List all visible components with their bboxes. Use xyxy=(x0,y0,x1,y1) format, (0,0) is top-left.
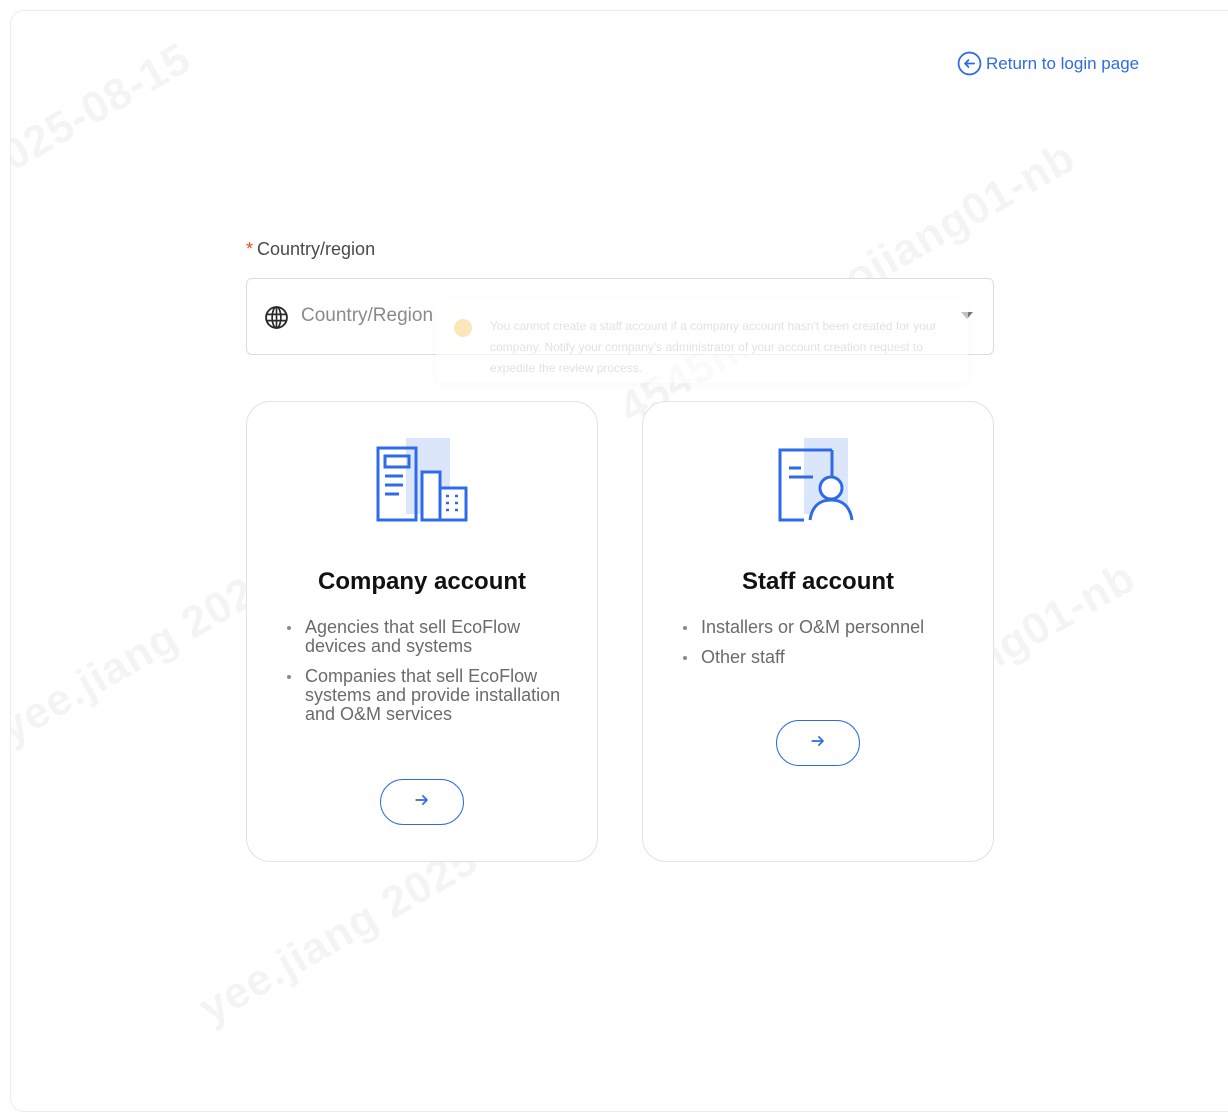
staff-card-list: Installers or O&M personnel Other staff xyxy=(681,618,973,678)
country-label-text: Country/region xyxy=(257,239,376,259)
arrow-right-icon xyxy=(808,731,828,756)
company-card-title: Company account xyxy=(317,568,527,595)
company-account-card[interactable]: Company account Agencies that sell EcoFl… xyxy=(246,401,598,862)
list-item: Companies that sell EcoFlow systems and … xyxy=(287,667,577,724)
register-page: 4545mingzaojiang01-nb yee.jiang 2025-08-… xyxy=(10,10,1228,1112)
required-mark: * xyxy=(246,239,254,259)
company-card-list: Agencies that sell EcoFlow devices and s… xyxy=(285,618,577,735)
caret-down-icon xyxy=(961,312,973,319)
staff-card-title: Staff account xyxy=(741,568,894,595)
globe-icon xyxy=(264,305,289,335)
return-to-login-link[interactable]: Return to login page xyxy=(957,51,1139,76)
staff-account-card[interactable]: Staff account Installers or O&M personne… xyxy=(642,401,994,862)
watermark-text: 2025-08-15 xyxy=(11,33,200,194)
list-item: Other staff xyxy=(683,648,973,667)
company-next-button[interactable] xyxy=(380,779,464,825)
arrow-right-icon xyxy=(412,790,432,815)
country-select[interactable]: Country/Region xyxy=(246,278,994,355)
list-item: Agencies that sell EcoFlow devices and s… xyxy=(287,618,577,656)
staff-next-button[interactable] xyxy=(776,720,860,766)
company-building-icon xyxy=(372,438,472,533)
list-item: Installers or O&M personnel xyxy=(683,618,973,637)
country-field-label: * Country/region xyxy=(246,239,375,260)
watermark-layer: 4545mingzaojiang01-nb yee.jiang 2025-08-… xyxy=(11,11,1228,1111)
arrow-left-circle-icon xyxy=(957,51,982,76)
country-select-placeholder: Country/Region xyxy=(301,305,434,326)
return-link-label: Return to login page xyxy=(986,53,1140,73)
staff-badge-icon xyxy=(768,438,868,533)
